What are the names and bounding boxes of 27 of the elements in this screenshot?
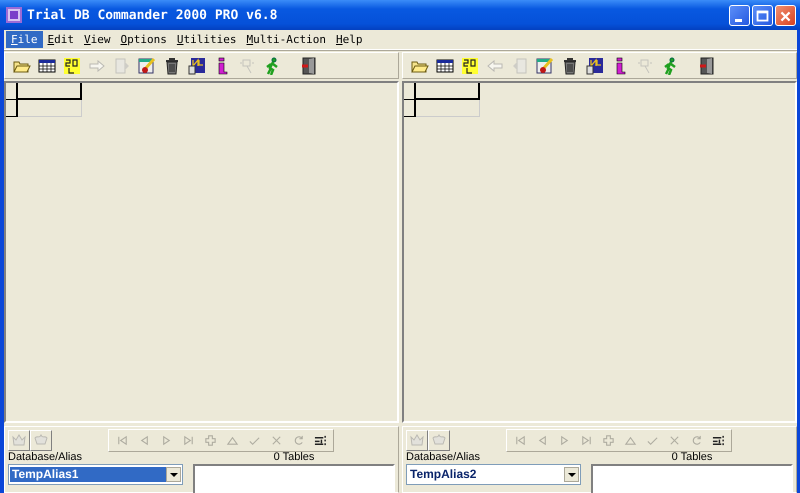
- crown-icon: [11, 432, 27, 448]
- menu-item[interactable]: Utilities: [172, 31, 242, 48]
- field-label: Database/Alias: [406, 451, 481, 464]
- app-icon: [6, 7, 22, 23]
- database-button[interactable]: [8, 430, 30, 450]
- menu-item[interactable]: Options: [116, 31, 172, 48]
- database-button[interactable]: [30, 430, 52, 450]
- menu-item[interactable]: File: [6, 31, 42, 48]
- menu-item[interactable]: Edit: [42, 31, 79, 48]
- field-label: Database/Alias: [8, 451, 83, 464]
- tables-count: 0 Tables: [274, 451, 314, 464]
- dropdown-value: TempAlias2: [409, 467, 478, 482]
- maximize-button[interactable]: [752, 4, 773, 26]
- close-button[interactable]: [775, 4, 796, 26]
- minimize-icon: [735, 18, 742, 22]
- minimize-button[interactable]: [729, 4, 750, 26]
- window-title: Trial DB Commander 2000 PRO v6.8: [27, 8, 278, 22]
- menu-item[interactable]: Multi-Action: [241, 31, 331, 48]
- menu-item[interactable]: Help: [330, 31, 368, 48]
- tables-count: 0 Tables: [672, 451, 712, 464]
- database-button[interactable]: [428, 430, 450, 450]
- dropdown-value: TempAlias1: [10, 467, 166, 482]
- crown-icon: [409, 432, 425, 448]
- alias-dropdown[interactable]: TempAlias1: [8, 464, 183, 485]
- alias-dropdown[interactable]: TempAlias2: [406, 464, 581, 485]
- database-button[interactable]: [406, 430, 428, 450]
- menu-item[interactable]: View: [79, 31, 116, 48]
